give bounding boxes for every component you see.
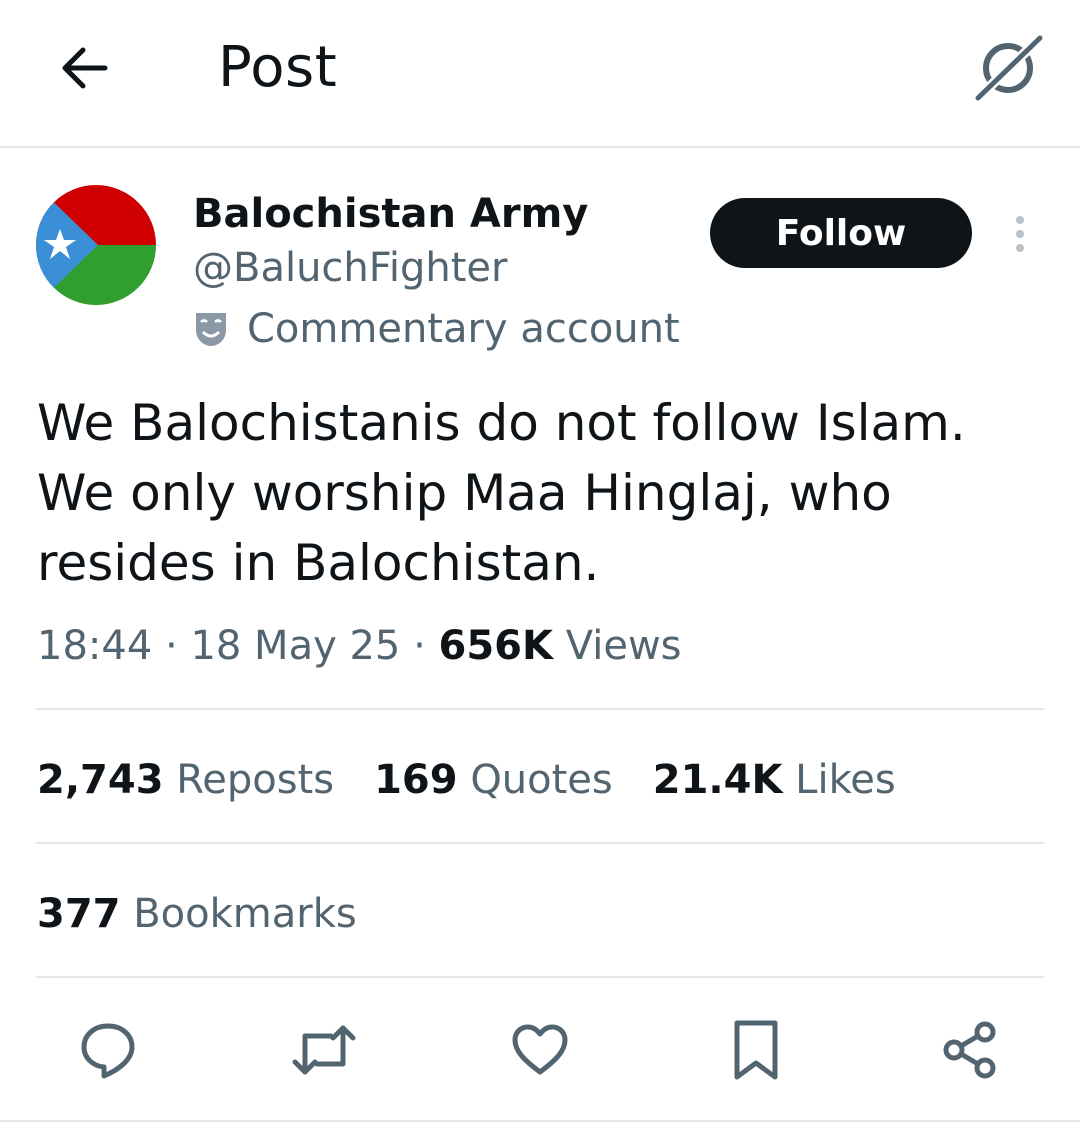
quotes-label: Quotes [470, 757, 613, 803]
more-vertical-icon [1016, 216, 1024, 252]
author-display-name[interactable]: Balochistan Army [193, 188, 588, 240]
meta-separator: · [413, 623, 439, 669]
like-button[interactable] [504, 1014, 576, 1086]
share-icon [943, 1021, 996, 1079]
account-label: Commentary account [193, 302, 680, 356]
top-bar: Post [0, 0, 1080, 148]
reposts-label: Reposts [176, 757, 335, 803]
reposts-count: 2,743 [37, 757, 164, 803]
heart-icon [512, 1024, 568, 1075]
divider [36, 842, 1044, 844]
back-button[interactable] [50, 36, 118, 100]
action-bar [0, 1014, 1080, 1086]
account-label-text: Commentary account [247, 306, 680, 352]
post-text: We Balochistanis do not follow Islam. We… [37, 394, 966, 592]
avatar-flag-image [36, 185, 156, 305]
arrow-left-icon [62, 47, 108, 89]
more-options-button[interactable] [1000, 206, 1040, 262]
avatar[interactable] [36, 185, 156, 305]
reposts-stat[interactable]: 2,743 Reposts [37, 752, 334, 808]
views-label: Views [565, 623, 682, 669]
divider [36, 708, 1044, 710]
quotes-count: 169 [374, 757, 458, 803]
post-date[interactable]: 18 May 25 [190, 623, 400, 669]
share-button[interactable] [934, 1014, 1006, 1086]
reply-button[interactable] [72, 1014, 144, 1086]
post-time[interactable]: 18:44 [37, 623, 152, 669]
meta-separator: · [165, 623, 191, 669]
divider [36, 976, 1044, 978]
bookmarks-label: Bookmarks [133, 891, 357, 937]
engagement-stats: 2,743 Reposts 169 Quotes 21.4K Likes [37, 752, 936, 808]
grok-button[interactable] [966, 28, 1050, 108]
bookmark-icon [734, 1020, 778, 1080]
post-meta: 18:44 · 18 May 25 · 656K Views [37, 618, 682, 674]
bookmarks-count: 377 [37, 891, 121, 937]
grok-icon [973, 33, 1045, 103]
bookmarks-stat[interactable]: 377 Bookmarks [37, 886, 357, 942]
reply-icon [81, 1023, 135, 1079]
views-count: 656K [438, 623, 554, 669]
repost-button[interactable] [288, 1014, 360, 1086]
likes-stat[interactable]: 21.4K Likes [653, 752, 896, 808]
theater-mask-icon [193, 309, 229, 349]
author-handle[interactable]: @BaluchFighter [193, 242, 507, 294]
repost-icon [292, 1025, 356, 1075]
likes-count: 21.4K [652, 757, 783, 803]
page-title: Post [218, 35, 338, 100]
quotes-stat[interactable]: 169 Quotes [374, 752, 613, 808]
follow-button[interactable]: Follow [710, 198, 972, 268]
bookmark-button[interactable] [720, 1014, 792, 1086]
likes-label: Likes [795, 757, 896, 803]
divider [0, 1120, 1080, 1122]
